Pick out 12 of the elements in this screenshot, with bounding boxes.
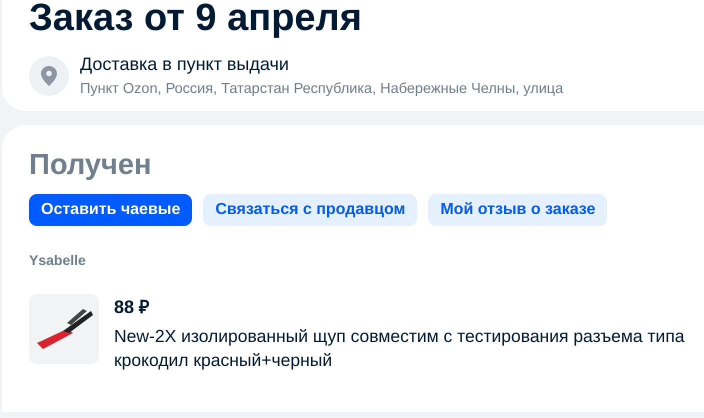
item-price: 88 ₽ — [114, 296, 150, 318]
pickup-address: Пункт Ozon, Россия, Татарстан Республика, Набережные Челны, улица — [80, 81, 564, 97]
action-button[interactable]: Мой отзыв о заказе — [428, 194, 608, 226]
location-pin-icon — [29, 56, 69, 96]
action-button[interactable]: Связаться с продавцом — [203, 194, 418, 226]
seller-name: Ysabelle — [29, 252, 87, 268]
clip-drawing — [29, 294, 99, 364]
delivery-label: Доставка в пункт выдачи — [80, 54, 290, 75]
order-title: Заказ от 9 апреля — [29, 0, 363, 40]
item-title[interactable]: New-2X изолированный щуп совместим с тестирования разъема типа крокодил красный+черный — [114, 324, 704, 372]
action-button[interactable]: Оставить чаевые — [29, 194, 192, 226]
shipment-status: Получен — [29, 149, 152, 182]
